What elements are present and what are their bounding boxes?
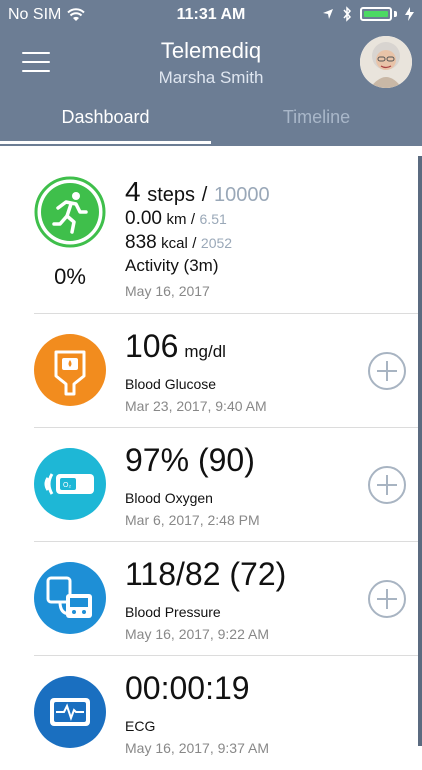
kcal-separator: /: [192, 235, 197, 252]
reading-row-pressure[interactable]: 118/82 (72) Blood Pressure May 16, 2017,…: [0, 542, 418, 656]
location-arrow-icon: [323, 9, 333, 19]
km-separator: /: [190, 211, 196, 228]
ecg-icon-circle: [34, 676, 106, 748]
activity-card[interactable]: 0% 4 steps / 10000 0.00 km / 6.51 838 kc…: [0, 146, 418, 314]
glucose-icon-circle: [34, 334, 106, 406]
steps-unit: steps: [147, 184, 196, 206]
status-bar: No SIM 11:31 AM: [0, 0, 422, 30]
tab-bar: Dashboard Timeline: [0, 100, 422, 146]
add-glucose-button[interactable]: [368, 352, 406, 390]
battery-tip: [394, 11, 397, 17]
reading-label: Blood Oxygen: [125, 490, 213, 506]
pressure-icon-circle: [34, 562, 106, 634]
activity-icon-circle: [34, 176, 106, 248]
bluetooth-icon: [343, 6, 352, 22]
reading-date: Mar 6, 2017, 2:48 PM: [125, 512, 260, 528]
kcal-goal: 2052: [200, 235, 233, 251]
pressure-value: 118/82 (72): [125, 556, 287, 592]
avatar[interactable]: [360, 36, 412, 88]
svg-text:O₂: O₂: [63, 482, 71, 489]
glucose-value: 106: [125, 328, 179, 364]
glucose-unit: mg/dl: [184, 342, 226, 361]
running-person-icon: [34, 176, 106, 248]
reading-date: May 16, 2017, 9:37 AM: [125, 740, 269, 756]
activity-percent: 0%: [54, 264, 86, 289]
reading-row-ecg[interactable]: 00:00:19 ECG May 16, 2017, 9:37 AM: [0, 656, 418, 770]
steps-value: 4: [125, 176, 141, 207]
pulse-oximeter-icon: O₂: [44, 473, 94, 495]
ecg-device-icon: [50, 698, 90, 726]
activity-duration: Activity (3m): [125, 256, 219, 275]
add-oxygen-button[interactable]: [368, 466, 406, 504]
km-goal: 6.51: [199, 211, 227, 227]
activity-date: May 16, 2017: [125, 283, 210, 299]
calories-line: 838 kcal / 2052: [125, 232, 232, 254]
add-pressure-button[interactable]: [368, 580, 406, 618]
battery-icon: [360, 7, 392, 21]
status-right: [322, 6, 414, 22]
reading-date: Mar 23, 2017, 9:40 AM: [125, 398, 267, 414]
blood-pressure-monitor-icon: [46, 576, 92, 618]
steps-line: 4 steps / 10000: [125, 176, 270, 208]
oxygen-icon-circle: O₂: [34, 448, 106, 520]
reading-date: May 16, 2017, 9:22 AM: [125, 626, 269, 642]
reading-row-glucose[interactable]: 106 mg/dl Blood Glucose Mar 23, 2017, 9:4…: [0, 314, 418, 428]
distance-line: 0.00 km / 6.51: [125, 208, 227, 230]
glucose-meter-icon: [54, 350, 86, 396]
reading-label: Blood Glucose: [125, 376, 217, 392]
app-title: Telemediq: [160, 38, 262, 63]
scrollbar[interactable]: [418, 156, 422, 746]
reading-value: 106 mg/dl: [125, 328, 226, 365]
km-value: 0.00: [125, 208, 162, 229]
tab-dashboard[interactable]: Dashboard: [0, 100, 211, 146]
steps-separator: /: [201, 184, 208, 206]
kcal-unit: kcal: [161, 235, 188, 252]
patient-name: Marsha Smith: [158, 68, 264, 87]
kcal-value: 838: [125, 232, 157, 253]
reading-label: ECG: [125, 718, 156, 734]
reading-label: Blood Pressure: [125, 604, 221, 620]
dashboard-list: 0% 4 steps / 10000 0.00 km / 6.51 838 kc…: [0, 146, 418, 770]
oxygen-value: 97% (90): [125, 442, 255, 478]
reading-row-oxygen[interactable]: O₂ 97% (90) Blood Oxygen Mar 6, 2017, 2:…: [0, 428, 418, 542]
steps-goal: 10000: [213, 184, 270, 206]
ecg-value: 00:00:19: [125, 670, 250, 706]
km-unit: km: [166, 211, 187, 228]
charging-bolt-icon: [405, 7, 414, 21]
app-header: Telemediq Marsha Smith Dashboard Timelin…: [0, 30, 422, 146]
user-photo-icon: [360, 36, 412, 88]
tab-timeline[interactable]: Timeline: [211, 100, 422, 146]
